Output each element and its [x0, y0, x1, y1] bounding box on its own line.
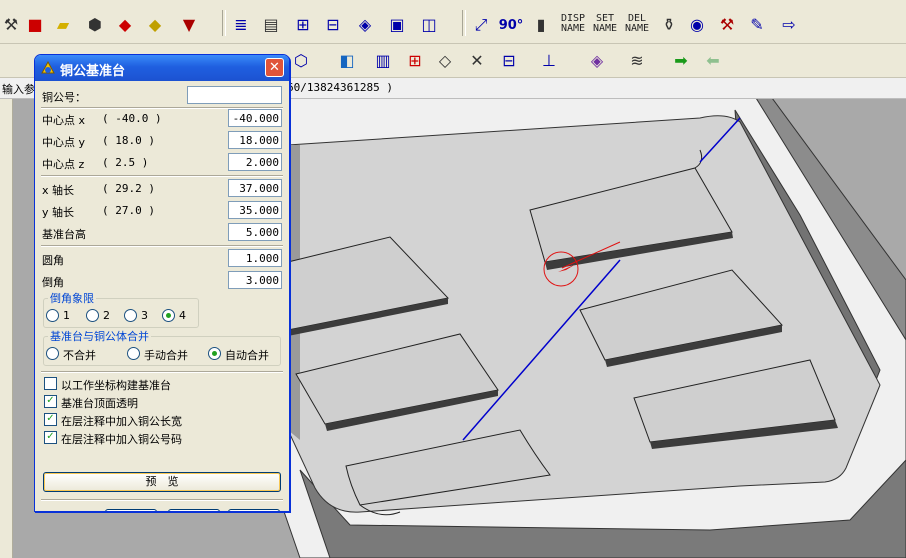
cube-blue-icon[interactable]: ◧: [336, 50, 358, 72]
x-length-row: x 轴长 ( 29.2 ): [41, 178, 283, 198]
prompt-value: 60/13824361285 ): [287, 81, 393, 94]
vase-icon[interactable]: ⚱: [658, 14, 680, 36]
dialog-title: 铜公基准台: [60, 64, 126, 79]
close-button[interactable]: ✕: [265, 58, 284, 77]
y-length-input[interactable]: [228, 201, 282, 219]
ok-button[interactable]: 确定: [105, 509, 157, 511]
arrow-green-left-icon[interactable]: ⬅: [702, 50, 724, 72]
chamfer-quadrant-legend: 倒角象限: [48, 290, 96, 306]
chamfer-input[interactable]: [228, 271, 282, 289]
chamfer-label: 倒角: [42, 276, 64, 289]
x-length-label: x 轴长: [42, 184, 75, 197]
center-x-hint: ( -40.0 ): [102, 112, 162, 125]
electrode-no-row: 铜公号：: [41, 85, 283, 105]
y-length-hint: ( 27.0 ): [102, 204, 155, 217]
center-x-input[interactable]: [228, 109, 282, 127]
y-length-row: y 轴长 ( 27.0 ): [41, 200, 283, 220]
mesh-icon[interactable]: ⊞: [292, 14, 314, 36]
box2-icon[interactable]: ◫: [418, 14, 440, 36]
del-name-button[interactable]: DEL NAME: [622, 14, 652, 34]
use-work-coords-checkbox[interactable]: 以工作坐标构建基准台: [44, 377, 274, 392]
center-z-input[interactable]: [228, 153, 282, 171]
tool-icon[interactable]: ⚒: [716, 14, 738, 36]
app-icon: [41, 60, 55, 74]
center-x-label: 中心点 x: [42, 114, 86, 127]
drill-icon[interactable]: ▼: [178, 14, 200, 36]
axis-icon[interactable]: ⊥: [538, 50, 560, 72]
round-corner-input[interactable]: [228, 249, 282, 267]
center-z-label: 中心点 z: [42, 158, 85, 171]
book-icon[interactable]: ▥: [372, 50, 394, 72]
y-length-label: y 轴长: [42, 206, 75, 219]
eraser-icon[interactable]: ▰: [52, 14, 74, 36]
center-z-row: 中心点 z ( 2.5 ): [41, 152, 283, 172]
paint3-icon[interactable]: ◇: [434, 50, 456, 72]
dialog-body: 铜公号： 中心点 x ( -40.0 ) 中心点 y ( 18.0 ) 中心点 …: [38, 81, 286, 511]
center-y-row: 中心点 y ( 18.0 ): [41, 130, 283, 150]
hammer-icon[interactable]: ⚒: [0, 14, 22, 36]
merge-legend: 基准台与铜公体合并: [48, 328, 151, 344]
round-corner-label: 圆角: [42, 254, 64, 267]
stack-icon[interactable]: ⊟: [498, 50, 520, 72]
preview-button[interactable]: 预 览: [43, 472, 281, 492]
base-height-input[interactable]: [228, 223, 282, 241]
add-size-note-checkbox[interactable]: ✓ 在层注释中加入铜公长宽: [44, 413, 274, 428]
center-y-input[interactable]: [228, 131, 282, 149]
door-icon[interactable]: ▮: [530, 14, 552, 36]
cube-icon[interactable]: ◈: [354, 14, 376, 36]
surface-icon[interactable]: ◈: [586, 50, 608, 72]
transparent-top-checkbox[interactable]: ✓ 基准台顶面透明: [44, 395, 274, 410]
frame-icon[interactable]: ▣: [386, 14, 408, 36]
dialog-titlebar[interactable]: 铜公基准台 ✕: [35, 55, 289, 81]
solid-icon[interactable]: ⬢: [84, 14, 106, 36]
rotate-icon[interactable]: 90°: [499, 14, 524, 36]
center-y-label: 中心点 y: [42, 136, 86, 149]
center-x-row: 中心点 x ( -40.0 ): [41, 108, 283, 128]
round-corner-row: 圆角: [41, 248, 283, 268]
align-icon[interactable]: ≣: [230, 14, 252, 36]
electrode-no-input[interactable]: [187, 86, 282, 104]
prompt-label: 输入参: [2, 83, 35, 96]
center-z-hint: ( 2.5 ): [102, 156, 149, 169]
edit-icon[interactable]: ✎: [746, 14, 768, 36]
x-length-input[interactable]: [228, 179, 282, 197]
layer-icon[interactable]: ▤: [260, 14, 282, 36]
cube3d-icon[interactable]: ⬡: [290, 50, 312, 72]
arrow-right-icon[interactable]: ⇨: [778, 14, 800, 36]
grid-icon[interactable]: ⊞: [404, 50, 426, 72]
close-icon: ✕: [269, 60, 280, 75]
back-button[interactable]: 后退: [168, 509, 220, 511]
base-height-label: 基准台高: [42, 228, 86, 241]
base-height-row: 基准台高: [41, 222, 283, 242]
box-icon[interactable]: ⊟: [322, 14, 344, 36]
x-length-hint: ( 29.2 ): [102, 182, 155, 195]
electrode-no-label: 铜公号：: [42, 91, 86, 104]
chamfer-row: 倒角: [41, 270, 283, 290]
paint2-icon[interactable]: ◆: [144, 14, 166, 36]
disp-name-button[interactable]: DISP NAME: [558, 14, 588, 34]
arrow-green-right-icon[interactable]: ➡: [670, 50, 692, 72]
layers-icon[interactable]: ≋: [626, 50, 648, 72]
cross-icon[interactable]: ✕: [466, 50, 488, 72]
paint-icon[interactable]: ◆: [114, 14, 136, 36]
red-cube-icon[interactable]: ■: [24, 14, 46, 36]
eye-icon[interactable]: ◉: [686, 14, 708, 36]
left-tool-strip: [0, 98, 13, 558]
measure-icon[interactable]: ⤢: [470, 14, 492, 36]
toolbar-main: ⚒ ■ ▰ ⬢ ◆ ◆ ▼ ≣ ▤ ⊞ ⊟ ◈ ▣ ◫ ⤢ 90° ▮ DISP…: [0, 0, 906, 44]
add-number-note-checkbox[interactable]: ✓ 在层注释中加入铜公号码: [44, 431, 274, 446]
center-y-hint: ( 18.0 ): [102, 134, 155, 147]
electrode-base-dialog: 铜公基准台 ✕ 铜公号： 中心点 x ( -40.0 ) 中心点 y ( 18.…: [34, 54, 290, 512]
set-name-button[interactable]: SET NAME: [590, 14, 620, 34]
cancel-button[interactable]: 取消: [228, 509, 280, 511]
